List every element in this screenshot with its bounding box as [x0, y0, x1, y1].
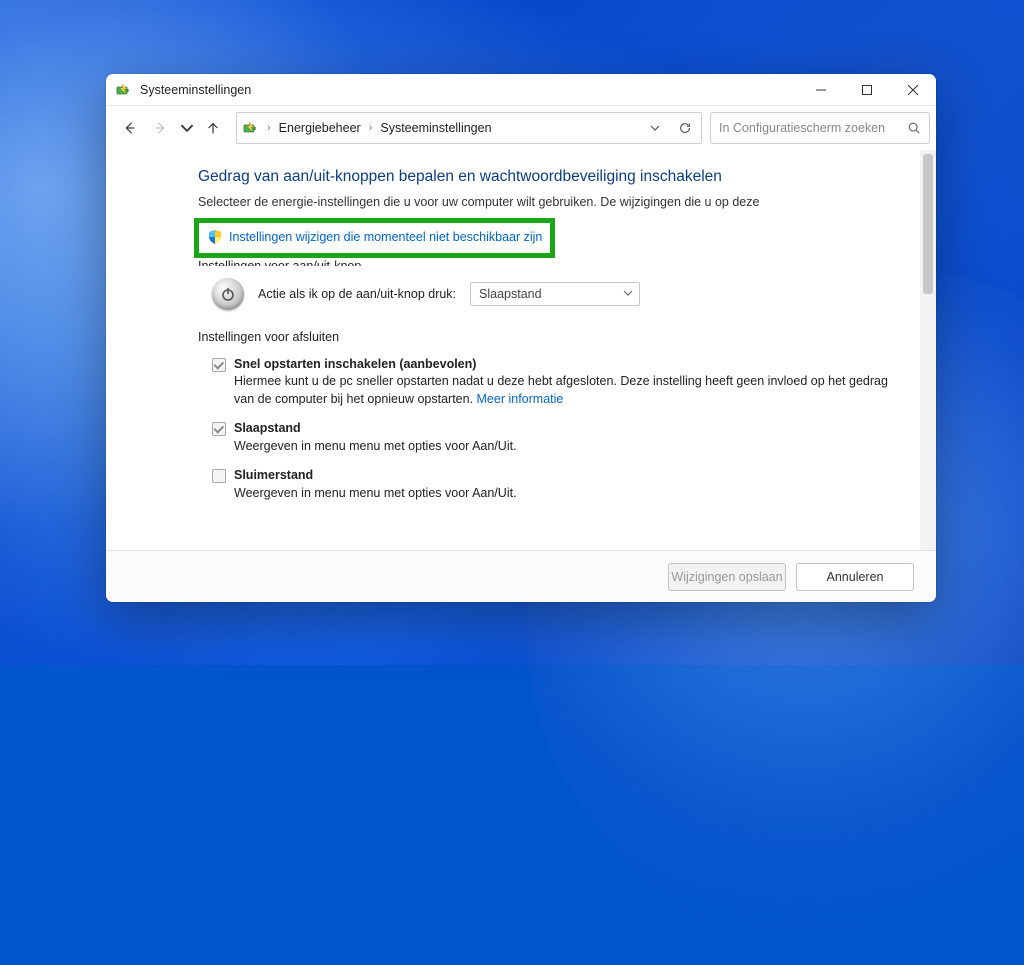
- recent-locations-button[interactable]: [178, 113, 196, 143]
- sleep-title: Slaapstand: [234, 421, 301, 435]
- search-icon: [907, 121, 921, 135]
- power-icon: [212, 278, 244, 310]
- shield-icon: [207, 229, 223, 245]
- breadcrumb-item-energiebeheer[interactable]: Energiebeheer: [279, 121, 361, 135]
- scrollbar-thumb[interactable]: [923, 154, 933, 294]
- breadcrumb[interactable]: › Energiebeheer › Systeeminstellingen: [236, 112, 702, 144]
- search-input[interactable]: In Configuratiescherm zoeken: [710, 112, 930, 144]
- search-placeholder: In Configuratiescherm zoeken: [719, 121, 907, 135]
- chevron-down-icon: [623, 287, 633, 301]
- admin-settings-link[interactable]: Instellingen wijzigen die momenteel niet…: [229, 230, 542, 244]
- breadcrumb-item-systeeminstellingen[interactable]: Systeeminstellingen: [380, 121, 491, 135]
- fast-startup-option: Snel opstarten inschakelen (aanbevolen) …: [212, 356, 892, 409]
- breadcrumb-icon: [243, 120, 259, 136]
- chevron-right-icon: ›: [367, 122, 375, 134]
- hibernate-option: Sluimerstand Weergeven in menu menu met …: [212, 467, 892, 502]
- page-title: Gedrag van aan/uit-knoppen bepalen en wa…: [198, 168, 892, 186]
- hibernate-title: Sluimerstand: [234, 468, 313, 482]
- app-icon: [116, 82, 132, 98]
- hibernate-desc: Weergeven in menu menu met opties voor A…: [234, 486, 517, 500]
- save-button[interactable]: Wijzigingen opslaan: [668, 563, 786, 591]
- sleep-checkbox[interactable]: [212, 422, 226, 436]
- window-controls: [798, 74, 936, 105]
- cancel-button[interactable]: Annuleren: [796, 563, 914, 591]
- forward-button[interactable]: [146, 113, 176, 143]
- minimize-button[interactable]: [798, 74, 844, 105]
- sleep-desc: Weergeven in menu menu met opties voor A…: [234, 439, 517, 453]
- back-button[interactable]: [114, 113, 144, 143]
- maximize-button[interactable]: [844, 74, 890, 105]
- close-button[interactable]: [890, 74, 936, 105]
- up-button[interactable]: [198, 113, 228, 143]
- titlebar: Systeeminstellingen: [106, 74, 936, 106]
- page-description: Selecteer de energie-instellingen die u …: [198, 194, 838, 211]
- footer: Wijzigingen opslaan Annuleren: [106, 550, 936, 602]
- power-button-section-label: Instellingen voor aan/uit-knop: [198, 256, 892, 266]
- fast-startup-checkbox[interactable]: [212, 358, 226, 372]
- window-title: Systeeminstellingen: [140, 83, 798, 97]
- scrollbar[interactable]: [920, 150, 936, 550]
- toolbar: › Energiebeheer › Systeeminstellingen In…: [106, 106, 936, 150]
- control-panel-window: Systeeminstellingen: [106, 74, 936, 602]
- breadcrumb-dropdown-button[interactable]: [643, 116, 667, 140]
- fast-startup-title: Snel opstarten inschakelen (aanbevolen): [234, 357, 476, 371]
- admin-settings-link-highlight: Instellingen wijzigen die momenteel niet…: [194, 218, 555, 258]
- power-button-label: Actie als ik op de aan/uit-knop druk:: [258, 287, 456, 301]
- sleep-option: Slaapstand Weergeven in menu menu met op…: [212, 420, 892, 455]
- power-button-action-row: Actie als ik op de aan/uit-knop druk: Sl…: [212, 278, 892, 310]
- hibernate-checkbox[interactable]: [212, 469, 226, 483]
- shutdown-section-label: Instellingen voor afsluiten: [198, 330, 892, 344]
- more-info-link[interactable]: Meer informatie: [477, 392, 564, 406]
- refresh-button[interactable]: [673, 116, 697, 140]
- power-button-action-value: Slaapstand: [479, 287, 542, 301]
- chevron-right-icon: ›: [265, 122, 273, 134]
- power-button-action-select[interactable]: Slaapstand: [470, 282, 640, 306]
- content-area: Gedrag van aan/uit-knoppen bepalen en wa…: [106, 150, 936, 550]
